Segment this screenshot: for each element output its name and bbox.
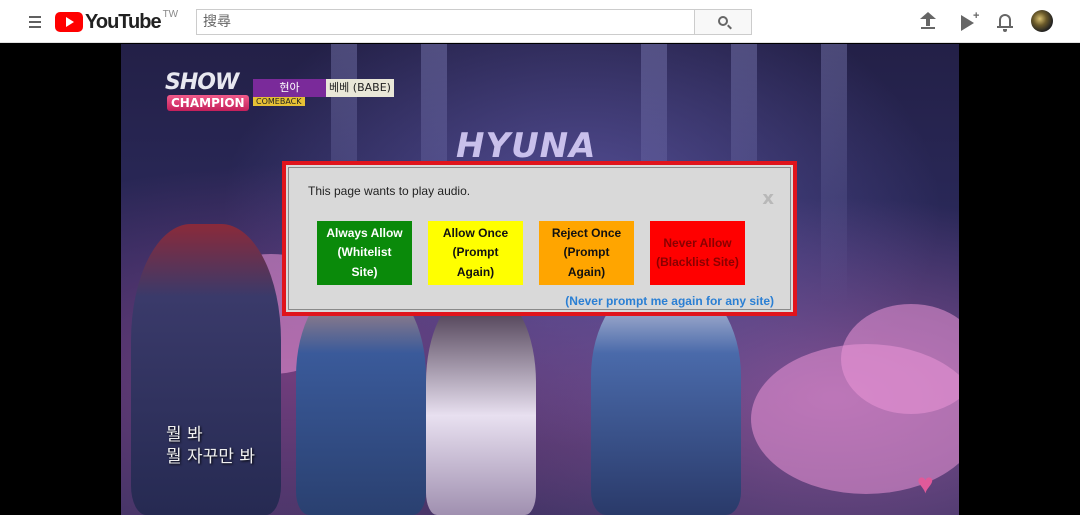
comeback-tag: COMEBACK xyxy=(253,97,305,106)
youtube-play-icon xyxy=(55,12,83,32)
notifications-bell-icon[interactable] xyxy=(993,10,1017,34)
youtube-logo[interactable]: YouTube TW xyxy=(55,9,179,33)
heart-icon: ♥ xyxy=(917,468,934,499)
stage-sign: HYUNA xyxy=(456,126,597,166)
reject-once-button[interactable]: Reject Once (Prompt Again) xyxy=(539,221,634,285)
dancer xyxy=(426,294,536,515)
dialog-body: This page wants to play audio. x Always … xyxy=(288,167,791,310)
stage-light xyxy=(821,44,847,304)
never-prompt-link[interactable]: (Never prompt me again for any site) xyxy=(565,294,774,308)
close-icon[interactable]: x xyxy=(762,188,774,209)
dialog-message: This page wants to play audio. xyxy=(308,184,471,198)
song-title: 베베 (BABE) xyxy=(326,79,394,97)
subtitle-line: 뭘 자꾸만 봐 xyxy=(166,447,256,467)
champion-logo-text: CHAMPION xyxy=(167,95,249,111)
song-caption: 현아 베베 (BABE) xyxy=(253,79,394,97)
never-allow-button[interactable]: Never Allow (Blacklist Site) xyxy=(650,221,745,285)
audio-permission-dialog: This page wants to play audio. x Always … xyxy=(282,161,797,316)
search-input[interactable] xyxy=(196,9,694,35)
dancer xyxy=(131,224,281,515)
dancer xyxy=(296,284,426,515)
logo-region: TW xyxy=(162,9,179,20)
menu-icon[interactable] xyxy=(24,13,46,31)
search-bar xyxy=(196,9,752,35)
show-champion-logo: SHOW CHAMPION xyxy=(165,70,249,116)
dancer xyxy=(591,284,741,515)
always-allow-button[interactable]: Always Allow (Whitelist Site) xyxy=(317,221,412,285)
search-icon xyxy=(718,16,728,26)
account-avatar[interactable] xyxy=(1031,10,1053,32)
show-logo-text: SHOW xyxy=(165,70,239,95)
masthead: YouTube TW + xyxy=(0,0,1080,43)
allow-once-button[interactable]: Allow Once (Prompt Again) xyxy=(428,221,523,285)
search-button[interactable] xyxy=(694,9,752,35)
create-video-icon[interactable]: + xyxy=(957,10,981,34)
upload-icon[interactable] xyxy=(916,10,940,34)
logo-text: YouTube xyxy=(85,10,162,33)
artist-name: 현아 xyxy=(253,79,326,97)
